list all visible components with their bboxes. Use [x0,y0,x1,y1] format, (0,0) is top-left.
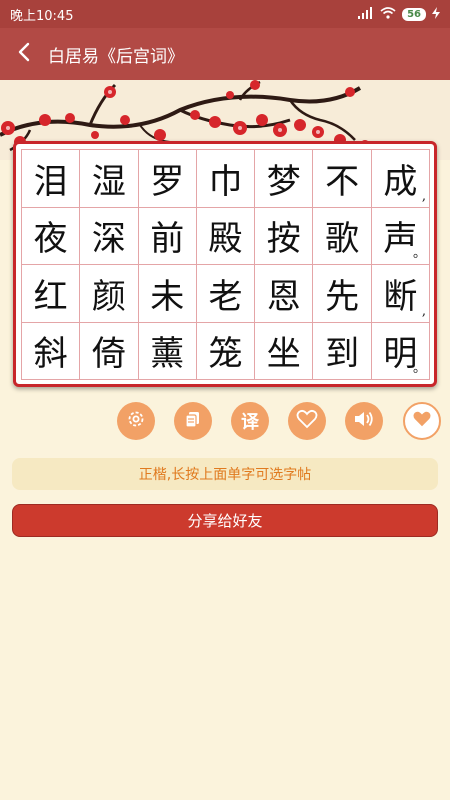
back-arrow-icon [17,42,31,66]
wifi-icon [380,6,396,22]
character-cell[interactable]: 殿 [196,207,256,265]
character-cell[interactable]: 恩 [255,265,314,323]
punctuation-mark: , [421,188,426,204]
character-cell[interactable]: 不 [313,150,372,208]
character-cell[interactable]: 老 [196,265,256,323]
punctuation-mark: 。 [412,246,426,261]
character-glyph: 泪 [33,161,68,202]
status-icons: 56 [358,6,440,22]
speaker-icon [353,409,375,433]
character-glyph: 到 [325,334,360,375]
character-cell[interactable]: 笼 [196,322,256,380]
character-glyph: 斜 [33,334,68,375]
character-cell[interactable]: 巾 [196,150,256,208]
settings-button[interactable] [117,402,155,440]
punctuation-mark: 。 [412,361,426,376]
character-cell[interactable]: 声。 [371,207,430,265]
character-cell[interactable]: 泪 [22,150,81,208]
character-cell[interactable]: 断, [371,265,430,323]
character-glyph: 前 [150,219,185,260]
action-toolbar: 译 [0,402,450,442]
character-glyph: 先 [325,276,360,317]
character-glyph: 恩 [266,276,301,317]
hint-banner: 正楷,长按上面单字可选字帖 [12,458,438,490]
favorite-outline-button[interactable] [288,402,326,440]
status-time: 晚上10:45 [10,8,74,24]
character-cell[interactable]: 到 [313,322,372,380]
character-glyph: 殿 [208,219,243,260]
character-glyph: 巾 [208,161,243,202]
character-cell[interactable]: 夜 [22,207,81,265]
character-cell[interactable]: 颜 [80,265,139,323]
character-cell[interactable]: 罗 [138,150,197,208]
battery-icon: 56 [402,7,426,21]
character-grid: 泪湿罗巾梦不成, 夜深前殿按歌声。红颜未老恩先断, 斜倚薰笼坐到明。 [21,149,430,380]
character-cell[interactable]: 薰 [138,322,197,380]
character-glyph: 成 [383,161,418,202]
character-cell[interactable]: 明。 [371,322,430,380]
back-button[interactable] [0,28,48,80]
translate-icon: 译 [241,412,259,433]
character-glyph: 薰 [150,334,185,375]
character-cell[interactable]: 坐 [255,322,314,380]
character-glyph: 歌 [325,219,360,260]
character-glyph: 按 [266,219,301,260]
character-cell[interactable]: 深 [80,207,139,265]
translate-button[interactable]: 译 [231,402,269,440]
character-glyph: 梦 [266,161,301,202]
character-glyph: 笼 [208,334,243,375]
calligraphy-card: 泪湿罗巾梦不成, 夜深前殿按歌声。红颜未老恩先断, 斜倚薰笼坐到明。 [13,141,437,387]
character-cell[interactable]: 斜 [22,322,81,380]
settings-icon [126,409,146,433]
character-cell[interactable]: 前 [138,207,197,265]
page-title: 白居易《后宫词》 [48,46,184,67]
app-bar: 白居易《后宫词》 [0,28,450,80]
character-glyph: 倚 [91,334,126,375]
character-glyph: 红 [33,276,68,317]
audio-button[interactable] [345,402,383,440]
character-glyph: 深 [91,219,126,260]
character-cell[interactable]: 湿 [80,150,139,208]
punctuation-mark: , [421,303,426,319]
share-button[interactable]: 分享给好友 [12,504,438,537]
character-glyph: 颜 [91,276,126,317]
heart-outline-icon [296,409,318,433]
character-cell[interactable]: 梦 [255,150,314,208]
character-cell[interactable]: 未 [138,265,197,323]
character-glyph: 夜 [33,219,68,260]
character-glyph: 湿 [91,161,126,202]
charging-icon [432,6,440,22]
character-cell[interactable]: 成, [371,150,430,208]
character-cell[interactable]: 倚 [80,322,139,380]
character-cell[interactable]: 按 [255,207,314,265]
status-bar: 晚上10:45 56 [0,0,450,28]
character-glyph: 断 [383,276,418,317]
copy-icon [184,410,202,432]
character-glyph: 未 [150,276,185,317]
heart-filled-icon [412,410,432,432]
character-glyph: 坐 [266,334,301,375]
character-cell[interactable]: 先 [313,265,372,323]
character-glyph: 老 [208,276,243,317]
character-cell[interactable]: 红 [22,265,81,323]
favorite-button[interactable] [403,402,441,440]
signal-icon [358,6,374,22]
character-glyph: 不 [325,161,360,202]
copy-button[interactable] [174,402,212,440]
character-cell[interactable]: 歌 [313,207,372,265]
character-glyph: 罗 [150,161,185,202]
